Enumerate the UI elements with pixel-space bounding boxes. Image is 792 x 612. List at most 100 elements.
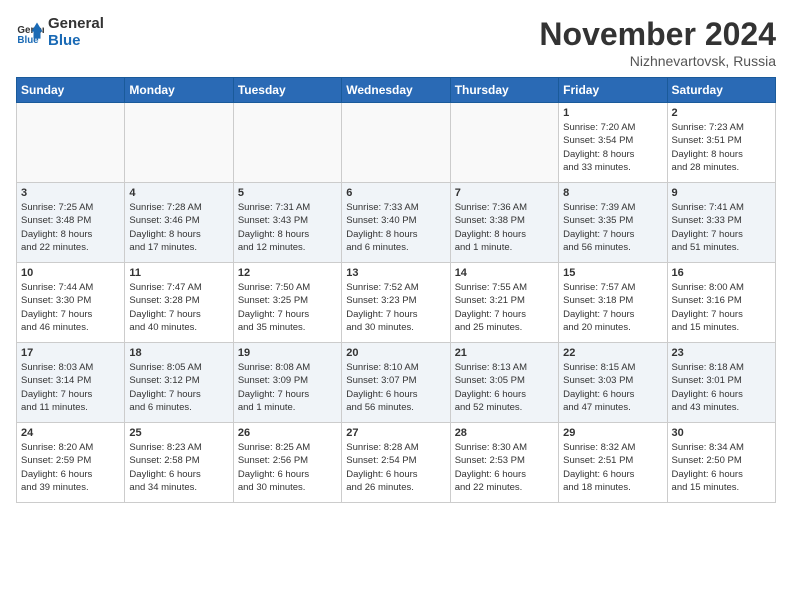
day-info-line: and 28 minutes.	[672, 161, 771, 174]
day-content: Sunrise: 8:08 AMSunset: 3:09 PMDaylight:…	[238, 361, 337, 414]
day-number: 4	[129, 187, 228, 199]
day-cell: 9Sunrise: 7:41 AMSunset: 3:33 PMDaylight…	[667, 183, 775, 263]
day-cell	[125, 103, 233, 183]
day-info-line: Daylight: 7 hours	[455, 308, 554, 321]
day-cell: 17 Sunrise: 8:03 AMSunset: 3:14 PMDayligh…	[17, 343, 125, 423]
day-number: 1	[563, 107, 662, 119]
day-cell: 6Sunrise: 7:33 AMSunset: 3:40 PMDaylight…	[342, 183, 450, 263]
day-info-line: Sunset: 3:25 PM	[238, 294, 337, 307]
day-content: Sunrise: 8:15 AMSunset: 3:03 PMDaylight:…	[563, 361, 662, 414]
day-info-line: Daylight: 8 hours	[672, 148, 771, 161]
day-info-line: Sunrise: 7:57 AM	[563, 281, 662, 294]
day-info-line: Sunrise: 7:39 AM	[563, 201, 662, 214]
day-info-line: Sunset: 3:43 PM	[238, 214, 337, 227]
day-cell: 4 Sunrise: 7:28 AMSunset: 3:46 PMDaylight…	[125, 183, 233, 263]
day-info-line: and 34 minutes.	[129, 481, 228, 494]
day-content: Sunrise: 7:41 AMSunset: 3:33 PMDaylight:…	[672, 201, 771, 254]
day-cell: 14Sunrise: 7:55 AMSunset: 3:21 PMDayligh…	[450, 263, 558, 343]
day-info-line: Sunrise: 7:20 AM	[563, 121, 662, 134]
day-info-line: Sunrise: 8:32 AM	[563, 441, 662, 454]
day-info-line: and 30 minutes.	[238, 481, 337, 494]
day-info-line: Sunset: 3:05 PM	[455, 374, 554, 387]
day-info-line: Daylight: 6 hours	[672, 388, 771, 401]
day-info-line: Sunset: 2:50 PM	[672, 454, 771, 467]
week-row-1: 1 Sunrise: 7:20 AMSunset: 3:54 PM Daylight…	[17, 103, 776, 183]
day-cell: 12Sunrise: 7:50 AMSunset: 3:25 PMDayligh…	[233, 263, 341, 343]
day-info-line: and 6 minutes.	[129, 401, 228, 414]
day-info-line: Daylight: 7 hours	[238, 308, 337, 321]
day-cell: 24Sunrise: 8:20 AMSunset: 2:59 PMDayligh…	[17, 423, 125, 503]
day-cell	[342, 103, 450, 183]
day-number: 20	[346, 347, 445, 359]
day-number: 16	[672, 267, 771, 279]
day-content: Sunrise: 8:30 AMSunset: 2:53 PMDaylight:…	[455, 441, 554, 494]
day-info-line: Sunset: 3:38 PM	[455, 214, 554, 227]
day-content: Sunrise: 7:55 AMSunset: 3:21 PMDaylight:…	[455, 281, 554, 334]
day-info-line: Sunset: 3:51 PM	[672, 134, 771, 147]
day-info-line: and 12 minutes.	[238, 241, 337, 254]
logo-blue: Blue	[48, 33, 104, 50]
day-info-line: Sunrise: 8:20 AM	[21, 441, 120, 454]
day-info-line: Sunrise: 7:50 AM	[238, 281, 337, 294]
day-info-line: Sunset: 2:53 PM	[455, 454, 554, 467]
day-info-line: Daylight: 6 hours	[238, 468, 337, 481]
day-info-line: and 52 minutes.	[455, 401, 554, 414]
day-content: Sunrise: 7:57 AMSunset: 3:18 PMDaylight:…	[563, 281, 662, 334]
day-content: Sunrise: 7:25 AMSunset: 3:48 PMDaylight:…	[21, 201, 120, 254]
day-cell: 13Sunrise: 7:52 AMSunset: 3:23 PMDayligh…	[342, 263, 450, 343]
day-cell: 8Sunrise: 7:39 AMSunset: 3:35 PMDaylight…	[559, 183, 667, 263]
day-cell: 16 Sunrise: 8:00 AMSunset: 3:16 PMDayligh…	[667, 263, 775, 343]
day-info-line: Daylight: 8 hours	[346, 228, 445, 241]
day-info-line: Sunset: 2:51 PM	[563, 454, 662, 467]
day-cell: 7Sunrise: 7:36 AMSunset: 3:38 PMDaylight…	[450, 183, 558, 263]
day-info-line: Sunset: 2:59 PM	[21, 454, 120, 467]
day-info-line: Sunset: 3:30 PM	[21, 294, 120, 307]
day-info-line: and 35 minutes.	[238, 321, 337, 334]
day-info-line: Sunrise: 8:08 AM	[238, 361, 337, 374]
col-header-monday: Monday	[125, 78, 233, 103]
day-info-line: and 40 minutes.	[129, 321, 228, 334]
day-cell: 26Sunrise: 8:25 AMSunset: 2:56 PMDayligh…	[233, 423, 341, 503]
day-number: 3	[21, 187, 120, 199]
day-cell: 25Sunrise: 8:23 AMSunset: 2:58 PMDayligh…	[125, 423, 233, 503]
day-content: Sunrise: 7:33 AMSunset: 3:40 PMDaylight:…	[346, 201, 445, 254]
day-cell: 22Sunrise: 8:15 AMSunset: 3:03 PMDayligh…	[559, 343, 667, 423]
day-content: Sunrise: 8:00 AMSunset: 3:16 PMDaylight:…	[672, 281, 771, 334]
day-info-line: Daylight: 8 hours	[129, 228, 228, 241]
day-content: Sunrise: 8:05 AMSunset: 3:12 PMDaylight:…	[129, 361, 228, 414]
day-number: 17	[21, 347, 120, 359]
day-info-line: and 18 minutes.	[563, 481, 662, 494]
day-info-line: and 25 minutes.	[455, 321, 554, 334]
day-info-line: Sunset: 3:48 PM	[21, 214, 120, 227]
day-info-line: Sunset: 2:58 PM	[129, 454, 228, 467]
day-info-line: Sunset: 3:35 PM	[563, 214, 662, 227]
day-cell	[17, 103, 125, 183]
logo-general: General	[48, 16, 104, 33]
day-info-line: and 47 minutes.	[563, 401, 662, 414]
day-info-line: Sunset: 2:56 PM	[238, 454, 337, 467]
day-info-line: Sunrise: 7:44 AM	[21, 281, 120, 294]
day-info-line: and 1 minute.	[238, 401, 337, 414]
day-info-line: and 1 minute.	[455, 241, 554, 254]
day-number: 15	[563, 267, 662, 279]
day-content: Sunrise: 8:03 AMSunset: 3:14 PMDaylight:…	[21, 361, 120, 414]
day-info-line: Daylight: 7 hours	[672, 228, 771, 241]
day-cell: 23Sunrise: 8:18 AMSunset: 3:01 PMDayligh…	[667, 343, 775, 423]
day-number: 13	[346, 267, 445, 279]
day-info-line: Sunrise: 7:41 AM	[672, 201, 771, 214]
day-info-line: Sunset: 3:54 PM	[563, 134, 662, 147]
day-content: Sunrise: 7:44 AMSunset: 3:30 PMDaylight:…	[21, 281, 120, 334]
day-cell: 29Sunrise: 8:32 AMSunset: 2:51 PMDayligh…	[559, 423, 667, 503]
day-content: Sunrise: 7:39 AMSunset: 3:35 PMDaylight:…	[563, 201, 662, 254]
day-content: Sunrise: 7:28 AMSunset: 3:46 PMDaylight:…	[129, 201, 228, 254]
day-info-line: Sunrise: 7:47 AM	[129, 281, 228, 294]
day-cell	[450, 103, 558, 183]
day-content: Sunrise: 8:34 AMSunset: 2:50 PMDaylight:…	[672, 441, 771, 494]
day-info-line: Sunrise: 7:52 AM	[346, 281, 445, 294]
day-info-line: and 17 minutes.	[129, 241, 228, 254]
day-info-line: Sunset: 3:09 PM	[238, 374, 337, 387]
day-number: 21	[455, 347, 554, 359]
header-row: SundayMondayTuesdayWednesdayThursdayFrid…	[17, 78, 776, 103]
day-info-line: Daylight: 6 hours	[563, 468, 662, 481]
day-content: Sunrise: 8:20 AMSunset: 2:59 PMDaylight:…	[21, 441, 120, 494]
